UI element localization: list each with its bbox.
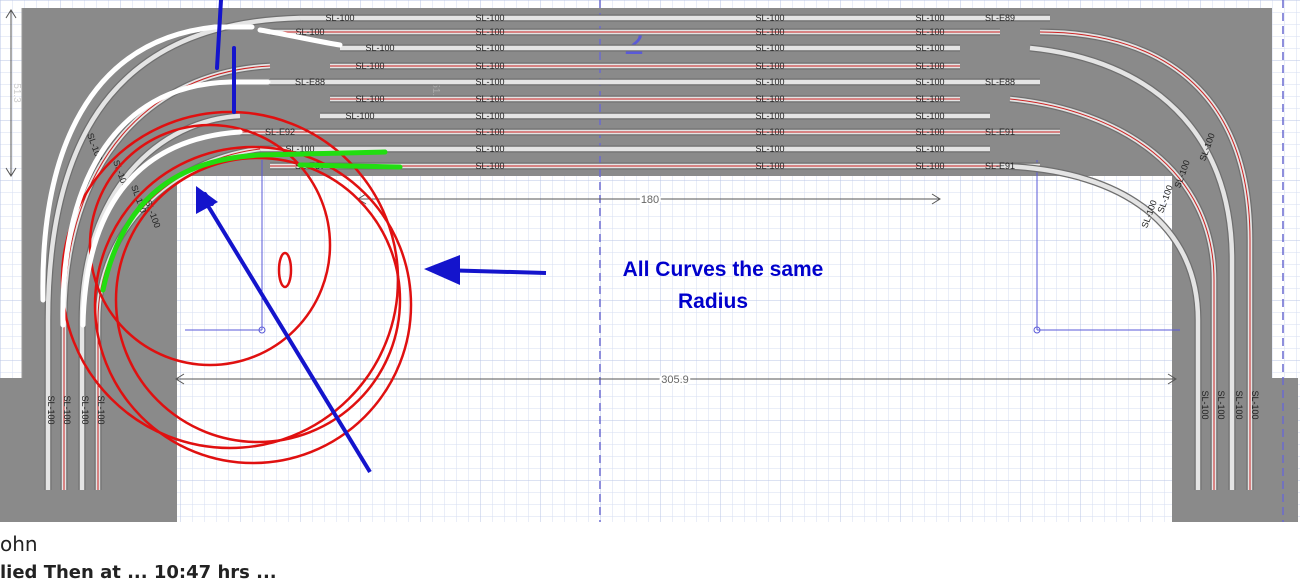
track-piece-label: SL-100 [915, 127, 944, 137]
track-piece-label: SL-E91 [985, 161, 1015, 171]
track-piece-label: SL-100 [755, 43, 784, 53]
track-piece-label: SL-100 [755, 13, 784, 23]
track-piece-label: SL-100 [755, 144, 784, 154]
track-piece-label: SL-E89 [985, 13, 1015, 23]
track-piece-label: SL-100 [475, 27, 504, 37]
track-piece-label: SL-100 [755, 27, 784, 37]
track-piece-label: SL-100 [475, 94, 504, 104]
track-piece-label: SL-100 [475, 43, 504, 53]
track-piece-label: SL-100 [1216, 390, 1226, 419]
track-piece-label: SL-100 [62, 395, 72, 424]
dimension-top-label: 180 [641, 194, 659, 206]
track-piece-label: SL-100 [475, 127, 504, 137]
track-piece-label: SL-100 [475, 111, 504, 121]
track-piece-label: SL-100 [915, 94, 944, 104]
callout-line-2: Radius [678, 290, 748, 313]
track-piece-label: SL-100 [915, 13, 944, 23]
post-author-fragment: ohn [0, 532, 38, 556]
track-layout-diagram: 180 305.9 51.3 51.3 2 SL-100 SL-100 SL-100… [0, 0, 1300, 522]
track-piece-label: SL-100 [345, 111, 374, 121]
track-piece-label: SL-100 [80, 395, 90, 424]
track-piece-label: SL-100 [365, 43, 394, 53]
track-piece-label: SL-100 [915, 111, 944, 121]
dimension-left-label: 51.3 [11, 83, 22, 103]
track-piece-label: SL-E91 [985, 127, 1015, 137]
track-piece-label: SL-100 [46, 395, 56, 424]
track-piece-label: SL-100 [325, 13, 354, 23]
track-piece-label: SL-100 [1250, 390, 1260, 419]
track-piece-label: SL-100 [755, 111, 784, 121]
track-piece-label: SL-100 [755, 94, 784, 104]
track-piece-label: SL-100 [475, 13, 504, 23]
post-footer-fragment: lied Then at ... 10:47 hrs ... [0, 562, 277, 583]
track-piece-label: SL-100 [915, 27, 944, 37]
track-piece-label: SL-100 [915, 144, 944, 154]
track-piece-label: SL-100 [755, 61, 784, 71]
track-piece-label: SL-100 [355, 94, 384, 104]
callout-line-1: All Curves the same [623, 258, 824, 281]
track-piece-label: SL-100 [475, 77, 504, 87]
track-piece-label: SL-100 [1200, 390, 1210, 419]
track-piece-label: SL-100 [915, 43, 944, 53]
track-piece-label: SL-E88 [295, 77, 325, 87]
track-piece-label: SL-100 [915, 61, 944, 71]
section-number: 2 [624, 21, 644, 62]
track-piece-label: SL-E92 [265, 127, 295, 137]
track-piece-label: SL-100 [755, 127, 784, 137]
track-piece-label: SL-100 [915, 161, 944, 171]
track-piece-label: SL-100 [915, 77, 944, 87]
track-piece-label: SL-100 [355, 61, 384, 71]
track-piece-label: SL-100 [475, 61, 504, 71]
track-piece-label: SL-E88 [985, 77, 1015, 87]
track-piece-label: SL-100 [96, 395, 106, 424]
track-piece-label: SL-100 [755, 77, 784, 87]
dimension-bottom-label: 305.9 [661, 374, 689, 386]
track-piece-label: SL-100 [1234, 390, 1244, 419]
track-piece-label: SL-100 [755, 161, 784, 171]
track-piece-label: SL-100 [475, 161, 504, 171]
track-piece-label: SL-100 [475, 144, 504, 154]
